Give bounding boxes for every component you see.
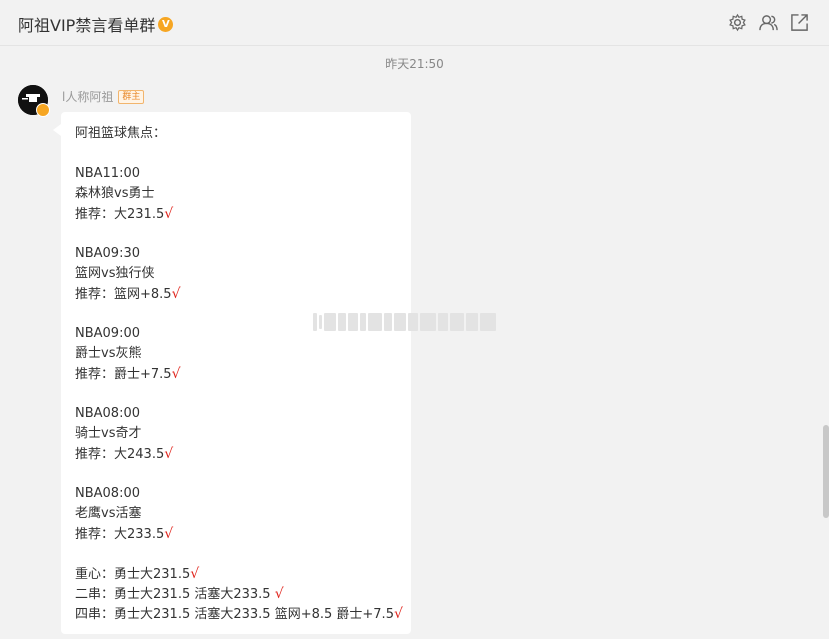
message-line-text: 重心：勇士大231.5 [75, 567, 191, 582]
message-line: 二串：勇士大231.5 活塞大233.5 √ [75, 584, 397, 604]
message-line-text: 老鹰vs活塞 [75, 506, 142, 521]
members-icon[interactable] [759, 13, 778, 32]
message-line-text: 篮网vs独行侠 [75, 266, 155, 281]
check-mark-icon: √ [164, 446, 174, 462]
message-line: 四串：勇士大231.5 活塞大233.5 篮网+8.5 爵士+7.5√ [75, 604, 403, 624]
message-line: 推荐：大233.5√ [75, 524, 397, 544]
message-line-text: 森林狼vs勇士 [75, 186, 155, 201]
message-line: 森林狼vs勇士 [75, 184, 397, 204]
message-line: 重心：勇士大231.5√ [75, 564, 397, 584]
message-line-text: 推荐：大233.5 [75, 527, 165, 542]
message-line: 老鹰vs活塞 [75, 504, 397, 524]
message-line-text: NBA09:00 [75, 326, 140, 341]
vip-badge-icon: V [158, 16, 174, 32]
message-line: NBA08:00 [75, 404, 397, 424]
message-line-text: 二串：勇士大231.5 活塞大233.5 [75, 587, 275, 602]
group-title: 阿祖VIP禁言看单群 V [18, 12, 174, 36]
message-bubble[interactable]: 阿祖篮球焦点： NBA11:00 森林狼vs勇士 推荐：大231.5√ NBA09:30… [53, 112, 411, 634]
check-mark-icon: √ [274, 586, 284, 602]
popout-icon[interactable] [790, 13, 809, 32]
message-line: NBA08:00 [75, 484, 397, 504]
scrollbar-thumb[interactable] [823, 425, 829, 518]
group-title-text: 阿祖VIP禁言看单群 [18, 16, 156, 35]
check-mark-icon: √ [164, 206, 174, 222]
message-line: 阿祖篮球焦点： [75, 124, 397, 144]
header-actions [728, 13, 809, 32]
settings-icon[interactable] [728, 13, 747, 32]
message-line: 推荐：篮网+8.5√ [75, 284, 397, 304]
message-line-text: NBA09:30 [75, 246, 140, 261]
message-line: NBA11:00 [75, 164, 397, 184]
message-line-text: 推荐：大243.5 [75, 447, 165, 462]
message-line: 爵士vs灰熊 [75, 344, 397, 364]
sender-name[interactable]: l人称阿祖 [62, 88, 113, 105]
chat-header: 阿祖VIP禁言看单群 V [0, 0, 829, 46]
check-mark-icon: √ [164, 526, 174, 542]
check-mark-icon: √ [171, 366, 181, 382]
owner-badge: 群主 [118, 89, 145, 104]
message-line: 推荐：大243.5√ [75, 444, 397, 464]
message-line: 推荐：爵士+7.5√ [75, 364, 397, 384]
message-line-text: NBA08:00 [75, 406, 140, 421]
message-line-text: 推荐：爵士+7.5 [75, 367, 172, 382]
message-line: 篮网vs独行侠 [75, 264, 397, 284]
message-line-text: NBA08:00 [75, 486, 140, 501]
verified-icon [36, 103, 50, 117]
message-line: NBA09:30 [75, 244, 397, 264]
message-line-text: 爵士vs灰熊 [75, 346, 142, 361]
sender-avatar[interactable] [18, 85, 50, 117]
check-mark-icon: √ [171, 286, 181, 302]
message-line: 骑士vs奇才 [75, 424, 397, 444]
message-line-text: 骑士vs奇才 [75, 426, 142, 441]
message-timestamp: 昨天21:50 [385, 57, 444, 71]
message-line-text: 推荐：篮网+8.5 [75, 287, 172, 302]
chat-window: 阿祖VIP禁言看单群 V 昨天21:50 l人称阿祖 群主 阿祖篮球焦点： NB… [0, 0, 829, 639]
message-line-text: NBA11:00 [75, 166, 140, 181]
message-line: 推荐：大231.5√ [75, 204, 397, 224]
sender-info: l人称阿祖 群主 [62, 88, 145, 105]
loading-placeholder [313, 313, 496, 331]
check-mark-icon: √ [393, 606, 403, 622]
message-line-text: 四串：勇士大231.5 活塞大233.5 篮网+8.5 爵士+7.5 [75, 607, 394, 622]
message-line-text: 阿祖篮球焦点： [75, 126, 167, 141]
check-mark-icon: √ [190, 566, 200, 582]
message-line-text: 推荐：大231.5 [75, 207, 165, 222]
